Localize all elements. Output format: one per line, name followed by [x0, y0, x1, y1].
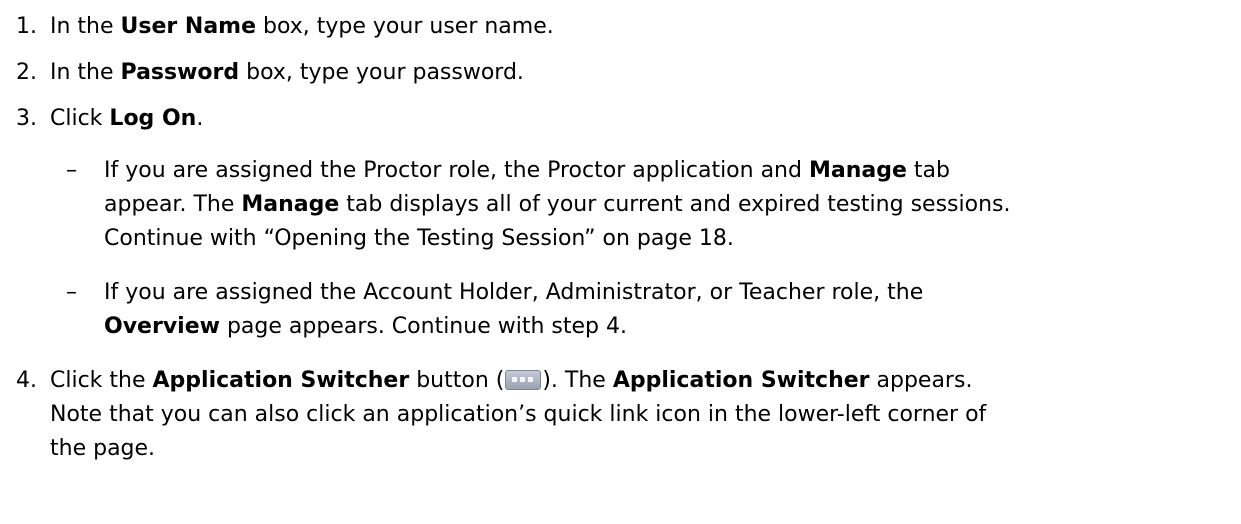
document-page: 1. In the User Name box, type your user n… — [0, 0, 1241, 524]
step-3: 3. Click Log On. — [16, 102, 203, 136]
bullet-2-line-1: If you are assigned the Account Holder, … — [104, 280, 924, 305]
ui-term-user-name: User Name — [120, 14, 257, 39]
ui-term-password: Password — [120, 60, 240, 85]
bullet-1-line-3: Continue with “Opening the Testing Sessi… — [104, 226, 734, 251]
step-4: 4. Click the Application Switcher button … — [16, 364, 972, 398]
step-text: ). The — [542, 368, 613, 393]
step-number: 4. — [16, 368, 37, 393]
bullet-text: appear. The — [104, 192, 242, 217]
ui-term-overview: Overview — [104, 314, 220, 339]
step-text: Click the — [50, 368, 153, 393]
step-4-line-2: Note that you can also click an applicat… — [50, 402, 987, 427]
ui-term-manage: Manage — [241, 192, 340, 217]
step-number: 3. — [16, 106, 37, 131]
step-4-line-3: the page. — [50, 436, 156, 461]
bullet-text: tab — [906, 158, 950, 183]
step-2: 2. In the Password box, type your passwor… — [16, 56, 524, 90]
bullet-dash: – — [66, 158, 77, 183]
step-text: box, type your password. — [239, 60, 524, 85]
step-1: 1. In the User Name box, type your user n… — [16, 10, 554, 44]
ui-term-application-switcher: Application Switcher — [152, 368, 410, 393]
step-text: Click — [50, 106, 110, 131]
step-text: box, type your user name. — [256, 14, 554, 39]
bullet-text: If you are assigned the Proctor role, th… — [104, 158, 809, 183]
bullet-1-line-1: If you are assigned the Proctor role, th… — [104, 154, 950, 188]
application-switcher-icon — [505, 370, 542, 390]
step-text: button ( — [409, 368, 505, 393]
ui-term-manage: Manage — [808, 158, 907, 183]
bullet-dash: – — [66, 280, 77, 305]
step-text: In the — [50, 60, 121, 85]
step-number: 2. — [16, 60, 37, 85]
step-text: . — [196, 106, 204, 131]
ui-term-application-switcher: Application Switcher — [612, 368, 870, 393]
ui-term-log-on: Log On — [109, 106, 197, 131]
step-text: appears. — [869, 368, 973, 393]
bullet-text: tab displays all of your current and exp… — [339, 192, 1011, 217]
bullet-text: page appears. Continue with step 4. — [219, 314, 627, 339]
step-number: 1. — [16, 14, 37, 39]
bullet-2-line-2: Overview page appears. Continue with ste… — [104, 310, 627, 344]
bullet-1-line-2: appear. The Manage tab displays all of y… — [104, 188, 1010, 222]
step-text: In the — [50, 14, 121, 39]
